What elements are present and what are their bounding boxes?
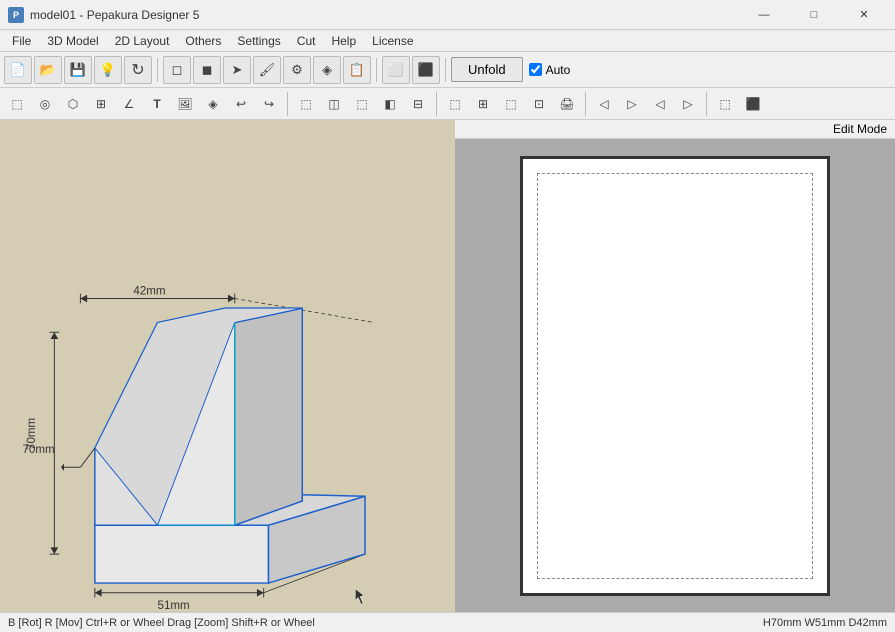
tb-tool1[interactable]: ⚙ <box>283 56 311 84</box>
app-icon: P <box>8 7 24 23</box>
separator3 <box>445 58 446 82</box>
tb2-redo[interactable]: ↪ <box>256 91 282 117</box>
tb2-btn2[interactable]: ◫ <box>321 91 347 117</box>
svg-text:70mm: 70mm <box>23 444 55 456</box>
statusbar: B [Rot] R [Mov] Ctrl+R or Wheel Drag [Zo… <box>0 612 895 632</box>
menu-cut[interactable]: Cut <box>289 32 324 50</box>
menu-license[interactable]: License <box>364 32 421 50</box>
separator2 <box>376 58 377 82</box>
tb2-shape[interactable]: ◈ <box>200 91 226 117</box>
menu-settings[interactable]: Settings <box>229 32 288 50</box>
tb2-grid[interactable]: ⊞ <box>88 91 114 117</box>
2d-view: Edit Mode <box>455 120 895 612</box>
tb2-btn6[interactable]: ⬚ <box>442 91 468 117</box>
tb-open[interactable]: 📂 <box>34 56 62 84</box>
menu-3dmodel[interactable]: 3D Model <box>39 32 106 50</box>
tb2-btn1[interactable]: ⬚ <box>293 91 319 117</box>
svg-text:51mm: 51mm <box>158 600 190 612</box>
3d-view[interactable]: 42mm 70mm 70mm 51mm <box>0 120 455 612</box>
tb2-btn5[interactable]: ⊟ <box>405 91 431 117</box>
tb-tool2[interactable]: ◈ <box>313 56 341 84</box>
toolbar2: ⬚ ◎ ⬡ ⊞ ∠ T 🖼 ◈ ↩ ↪ ⬚ ◫ ⬚ ◧ ⊟ ⬚ ⊞ ⬚ ⊡ 🖨 … <box>0 88 895 120</box>
sep-t2-3 <box>585 92 586 116</box>
toolbar1: 📄 📂 💾 💡 ↻ ◻ ◼ ➤ 🖌 ⚙ ◈ 📋 ⬜ ⬛ Unfold Auto <box>0 52 895 88</box>
menu-others[interactable]: Others <box>177 32 229 50</box>
edit-mode-bar: Edit Mode <box>455 120 895 139</box>
window-controls: — □ ✕ <box>741 0 887 30</box>
tb2-hex[interactable]: ⬡ <box>60 91 86 117</box>
tb2-circle[interactable]: ◎ <box>32 91 58 117</box>
paper-area <box>455 139 895 612</box>
main-area: 42mm 70mm 70mm 51mm <box>0 120 895 612</box>
titlebar: P model01 - Pepakura Designer 5 — □ ✕ <box>0 0 895 30</box>
statusbar-left: B [Rot] R [Mov] Ctrl+R or Wheel Drag [Zo… <box>8 617 315 629</box>
menu-help[interactable]: Help <box>323 32 364 50</box>
auto-checkbox[interactable] <box>529 63 542 76</box>
tb2-undo[interactable]: ↩ <box>228 91 254 117</box>
close-button[interactable]: ✕ <box>841 0 887 30</box>
tb-rotate[interactable]: ↻ <box>124 56 152 84</box>
minimize-button[interactable]: — <box>741 0 787 30</box>
tb-frame2[interactable]: ⬛ <box>412 56 440 84</box>
auto-label: Auto <box>546 63 571 77</box>
tb-select[interactable]: ◻ <box>163 56 191 84</box>
tb2-btn8[interactable]: ⬚ <box>498 91 524 117</box>
tb2-btn4[interactable]: ◧ <box>377 91 403 117</box>
menubar: File 3D Model 2D Layout Others Settings … <box>0 30 895 52</box>
paper-sheet <box>520 156 830 596</box>
maximize-button[interactable]: □ <box>791 0 837 30</box>
tb2-image[interactable]: 🖼 <box>172 91 198 117</box>
tb2-btn3[interactable]: ⬚ <box>349 91 375 117</box>
tb-tool3[interactable]: 📋 <box>343 56 371 84</box>
tb-save[interactable]: 💾 <box>64 56 92 84</box>
tb2-angle[interactable]: ∠ <box>116 91 142 117</box>
tb-light[interactable]: 💡 <box>94 56 122 84</box>
tb-paint[interactable]: 🖌 <box>253 56 281 84</box>
menu-2dlayout[interactable]: 2D Layout <box>107 32 178 50</box>
separator1 <box>157 58 158 82</box>
sep-t2-1 <box>287 92 288 116</box>
svg-text:42mm: 42mm <box>133 286 165 298</box>
tb2-select[interactable]: ⬚ <box>4 91 30 117</box>
paper-margin-dashed <box>537 173 813 579</box>
tb-arrow[interactable]: ➤ <box>223 56 251 84</box>
sep-t2-2 <box>436 92 437 116</box>
auto-checkbox-container: Auto <box>529 63 571 77</box>
tb2-text[interactable]: T <box>144 91 170 117</box>
tb2-print[interactable]: 🖨 <box>554 91 580 117</box>
tb2-exp1[interactable]: ◁ <box>591 91 617 117</box>
tb2-mode2[interactable]: ⬛ <box>740 91 766 117</box>
sep-t2-4 <box>706 92 707 116</box>
tb-new[interactable]: 📄 <box>4 56 32 84</box>
3d-model-svg: 42mm 70mm 70mm 51mm <box>0 120 455 612</box>
tb-select2[interactable]: ◼ <box>193 56 221 84</box>
edit-mode-label: Edit Mode <box>833 122 887 136</box>
tb2-exp2[interactable]: ▷ <box>619 91 645 117</box>
tb2-exp3[interactable]: ◁ <box>647 91 673 117</box>
menu-file[interactable]: File <box>4 32 39 50</box>
unfold-button[interactable]: Unfold <box>451 57 523 82</box>
tb2-btn7[interactable]: ⊞ <box>470 91 496 117</box>
tb2-mode1[interactable]: ⬚ <box>712 91 738 117</box>
app-title: model01 - Pepakura Designer 5 <box>30 8 199 22</box>
tb2-exp4[interactable]: ▷ <box>675 91 701 117</box>
statusbar-right: H70mm W51mm D42mm <box>763 617 887 629</box>
tb-frame1[interactable]: ⬜ <box>382 56 410 84</box>
tb2-btn9[interactable]: ⊡ <box>526 91 552 117</box>
